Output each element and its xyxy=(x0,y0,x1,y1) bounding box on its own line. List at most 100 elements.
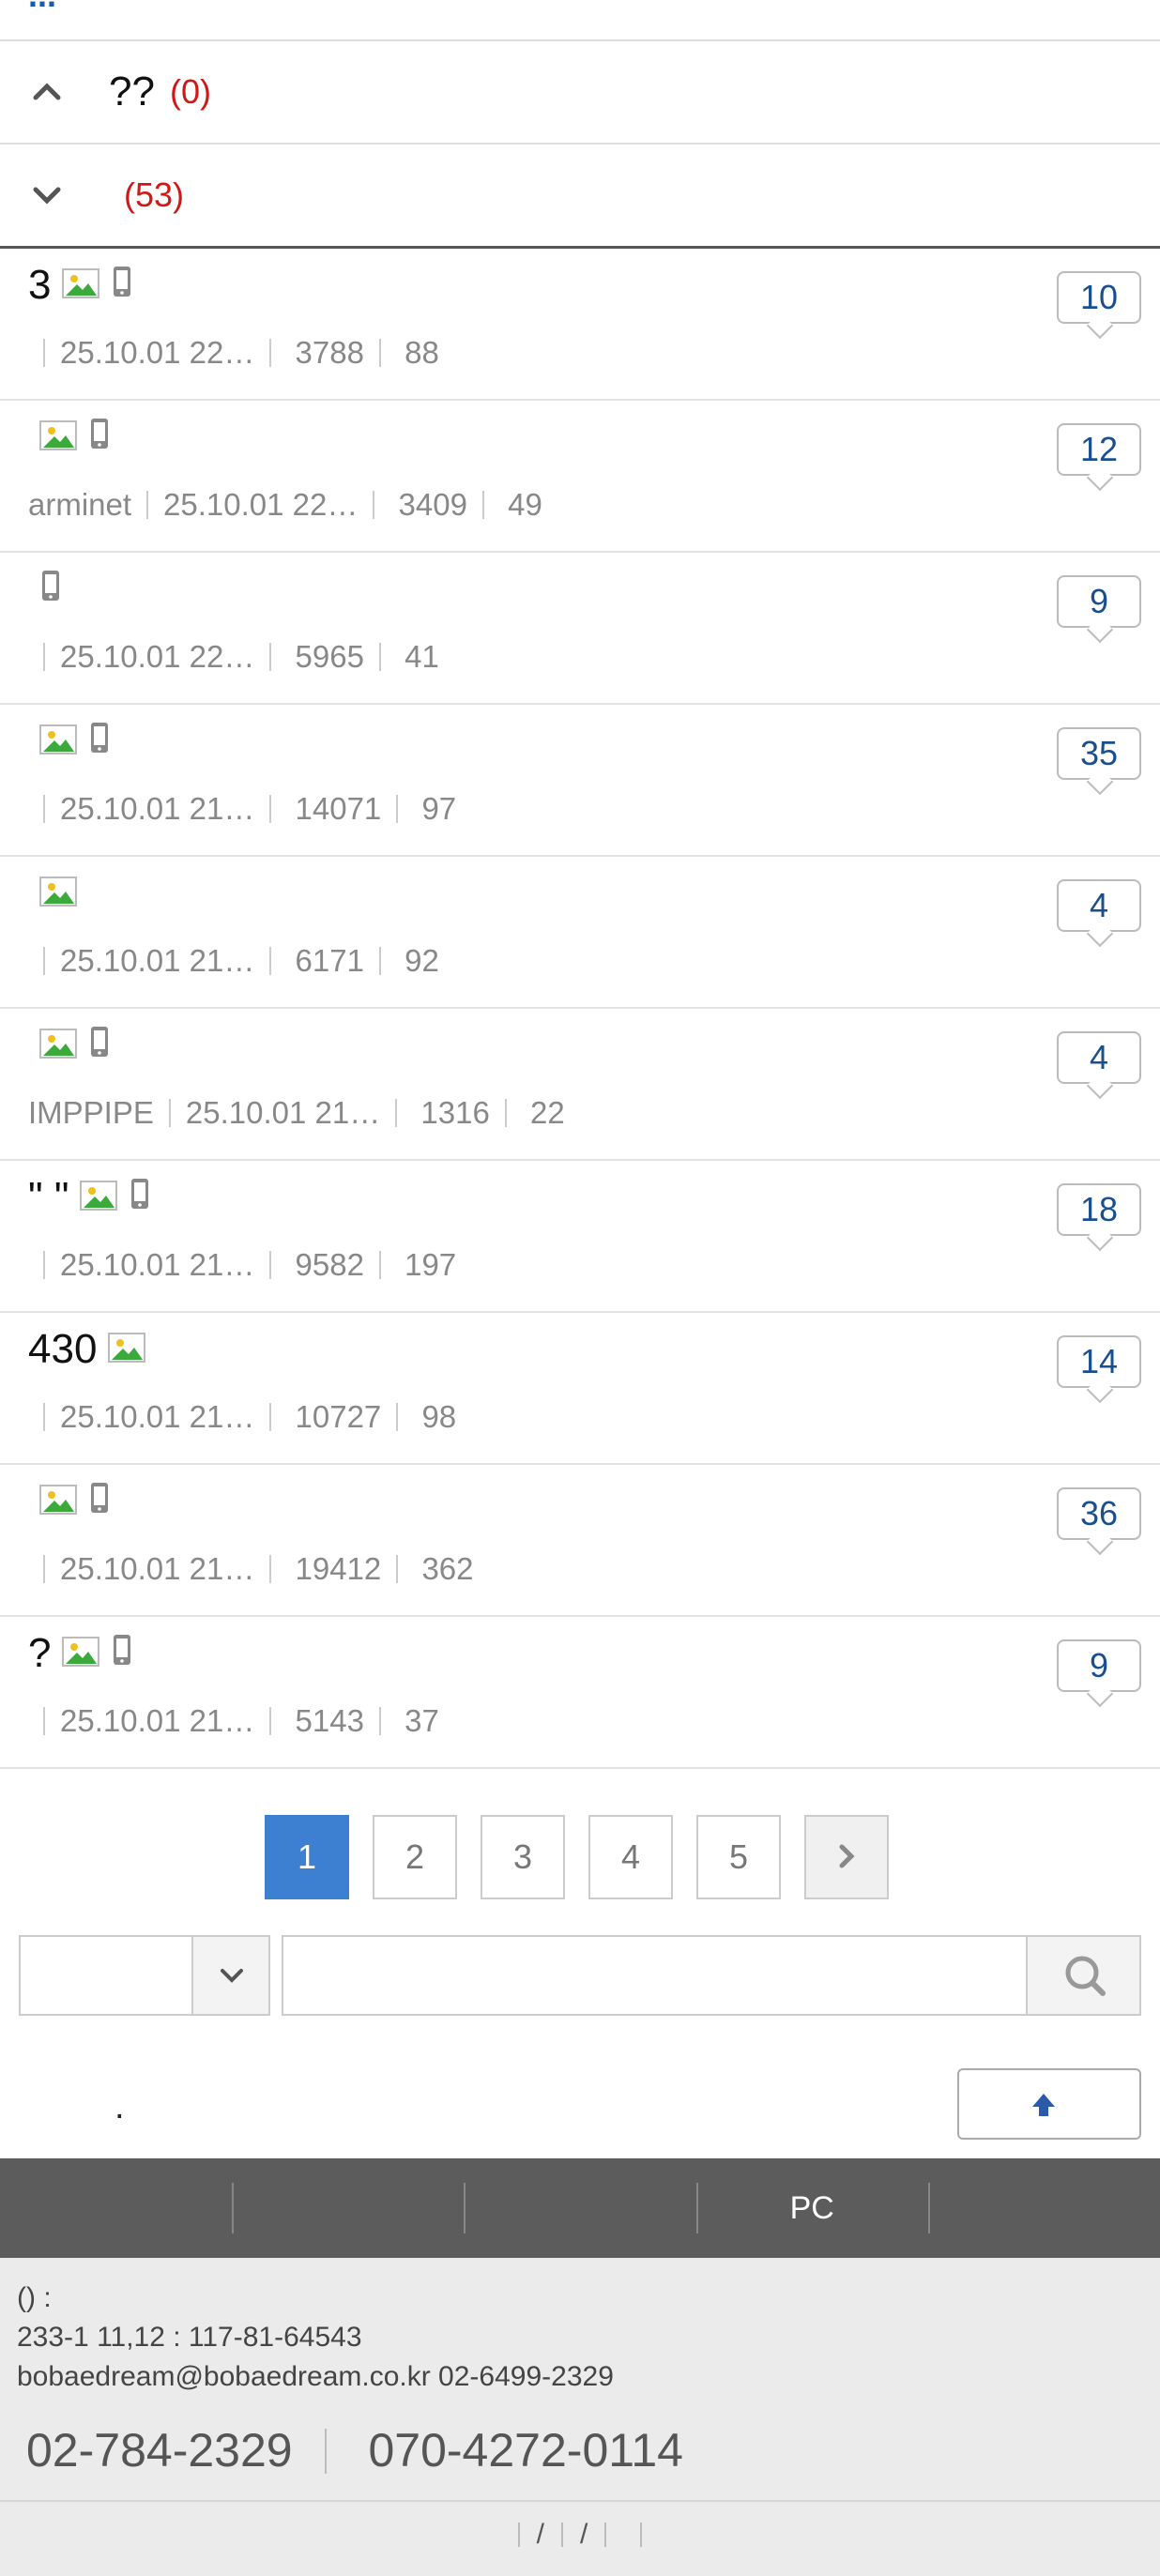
phone1-number[interactable]: 02-784-2329 xyxy=(26,2424,293,2477)
mobile-icon xyxy=(88,414,111,461)
post-recommends: 362 xyxy=(413,1551,474,1586)
post-title[interactable] xyxy=(28,1022,111,1069)
image-icon xyxy=(80,1174,118,1221)
reply-count-badge[interactable]: 12 xyxy=(1057,423,1141,476)
mobile-icon xyxy=(88,1478,111,1525)
post-item[interactable]: 3 25.10.01 22… 3788 88 10 xyxy=(0,249,1160,401)
post-meta: 25.10.01 21… 9582 197 xyxy=(28,1247,456,1283)
post-meta: 25.10.01 21… 6171 92 xyxy=(28,943,439,979)
post-title[interactable]: ? xyxy=(28,1630,133,1677)
company-name: () : xyxy=(17,2282,52,2313)
post-title[interactable]: " " xyxy=(28,1174,151,1221)
post-item[interactable]: 25.10.01 21… 6171 92 4 xyxy=(0,857,1160,1009)
image-icon xyxy=(62,1630,100,1677)
notice-text[interactable]: . xyxy=(114,2087,125,2127)
post-item[interactable]: ? 25.10.01 21… 5143 37 9 xyxy=(0,1617,1160,1769)
post-date: 25.10.01 21… xyxy=(60,943,255,978)
page-2-button[interactable]: 2 xyxy=(373,1815,457,1899)
footer-company-info: () : 233-1 11,12 : 117-81-64543 bobaedre… xyxy=(0,2258,1160,2502)
footer-nav: PC xyxy=(0,2158,1160,2258)
meta-separator xyxy=(43,795,45,823)
footer-links: / / xyxy=(0,2502,1160,2576)
post-recommends: 49 xyxy=(498,487,542,522)
reply-count-badge[interactable]: 4 xyxy=(1057,1031,1141,1084)
phone2-number[interactable]: 070-4272-0114 xyxy=(368,2424,682,2477)
notice-bar: . xyxy=(21,2068,1141,2143)
parent-post-count: (0) xyxy=(169,72,211,111)
post-views: 1316 xyxy=(412,1095,490,1130)
reply-count-badge[interactable]: 9 xyxy=(1057,1639,1141,1692)
reply-count-badge[interactable]: 14 xyxy=(1057,1335,1141,1388)
search-type-select[interactable] xyxy=(19,1935,270,2016)
current-post-row[interactable]: (53) xyxy=(0,145,1160,249)
post-item[interactable]: IMPPIPE 25.10.01 21… 1316 22 4 xyxy=(0,1009,1160,1161)
meta-separator xyxy=(378,1707,381,1735)
post-meta: 25.10.01 22… 5965 41 xyxy=(28,639,439,675)
search-bar xyxy=(19,1935,1141,2016)
reply-count-badge[interactable]: 4 xyxy=(1057,879,1141,932)
select-arrow[interactable] xyxy=(191,1937,268,2014)
post-date: 25.10.01 22… xyxy=(60,335,255,370)
footer-nav-item[interactable]: PC xyxy=(695,2158,928,2258)
post-title[interactable] xyxy=(28,566,62,613)
page-3-button[interactable]: 3 xyxy=(481,1815,565,1899)
reply-count-badge[interactable]: 9 xyxy=(1057,575,1141,628)
parent-post-row[interactable]: ?? (0) xyxy=(0,41,1160,145)
post-meta: 25.10.01 21… 14071 97 xyxy=(28,791,456,827)
meta-separator xyxy=(43,1707,45,1735)
post-title[interactable] xyxy=(28,1478,111,1525)
page-5-button[interactable]: 5 xyxy=(696,1815,781,1899)
reply-count-badge[interactable]: 36 xyxy=(1057,1487,1141,1540)
previous-section-text: ... xyxy=(28,0,56,15)
post-meta: 25.10.01 21… 19412 362 xyxy=(28,1551,474,1587)
scroll-top-button[interactable] xyxy=(957,2068,1141,2140)
search-icon xyxy=(1065,1956,1106,1996)
mobile-icon xyxy=(88,1022,111,1069)
page-4-button[interactable]: 4 xyxy=(588,1815,673,1899)
footer-nav-item[interactable] xyxy=(464,2158,695,2258)
reply-count-badge[interactable]: 35 xyxy=(1057,727,1141,780)
post-item[interactable]: arminet 25.10.01 22… 3409 49 12 xyxy=(0,401,1160,553)
post-title[interactable] xyxy=(28,414,111,461)
meta-separator xyxy=(378,1251,381,1279)
footer-nav-item[interactable] xyxy=(232,2158,464,2258)
post-author[interactable]: arminet xyxy=(28,487,131,522)
reply-count-badge[interactable]: 10 xyxy=(1057,271,1141,324)
post-views: 6171 xyxy=(286,943,364,978)
post-recommends: 22 xyxy=(521,1095,565,1130)
footer-nav-item[interactable] xyxy=(927,2158,1160,2258)
post-author[interactable]: IMPPIPE xyxy=(28,1095,154,1130)
footer-nav-item[interactable] xyxy=(0,2158,232,2258)
next-page-button[interactable] xyxy=(804,1815,889,1899)
post-meta: IMPPIPE 25.10.01 21… 1316 22 xyxy=(28,1095,565,1131)
post-item[interactable]: 25.10.01 21… 14071 97 35 xyxy=(0,705,1160,857)
phone-divider xyxy=(325,2429,328,2474)
chevron-down-icon xyxy=(221,1969,243,1983)
post-item[interactable]: 25.10.01 22… 5965 41 9 xyxy=(0,553,1160,705)
post-item[interactable]: " " 25.10.01 21… 9582 197 18 xyxy=(0,1161,1160,1313)
post-title[interactable]: 430 xyxy=(28,1326,146,1373)
footer-link-separator xyxy=(561,2523,563,2547)
post-item[interactable]: 25.10.01 21… 19412 362 36 xyxy=(0,1465,1160,1617)
company-contact: bobaedream@bobaedream.co.kr 02-6499-2329 xyxy=(17,2361,614,2392)
reply-count-badge[interactable]: 18 xyxy=(1057,1183,1141,1236)
meta-separator xyxy=(43,1251,45,1279)
search-button[interactable] xyxy=(1026,1935,1141,2016)
mobile-icon xyxy=(111,1630,133,1677)
mobile-icon xyxy=(39,566,62,613)
chevron-right-icon xyxy=(839,1844,855,1868)
search-input[interactable] xyxy=(282,1935,1028,2016)
mobile-icon xyxy=(129,1174,151,1221)
page-1-button[interactable]: 1 xyxy=(265,1815,349,1899)
footer-link[interactable]: / xyxy=(537,2502,544,2568)
footer-link[interactable]: / xyxy=(580,2502,588,2568)
post-item[interactable]: 430 25.10.01 21… 10727 98 14 xyxy=(0,1313,1160,1465)
post-views: 10727 xyxy=(286,1399,382,1434)
post-title[interactable] xyxy=(28,870,77,917)
meta-separator xyxy=(481,491,484,519)
phone-numbers: 02-784-2329 070-4272-0114 xyxy=(17,2423,683,2477)
post-title[interactable] xyxy=(28,718,111,765)
post-title[interactable]: 3 xyxy=(28,262,133,309)
meta-separator xyxy=(269,795,272,823)
previous-section-cutoff: ... xyxy=(0,0,1160,41)
